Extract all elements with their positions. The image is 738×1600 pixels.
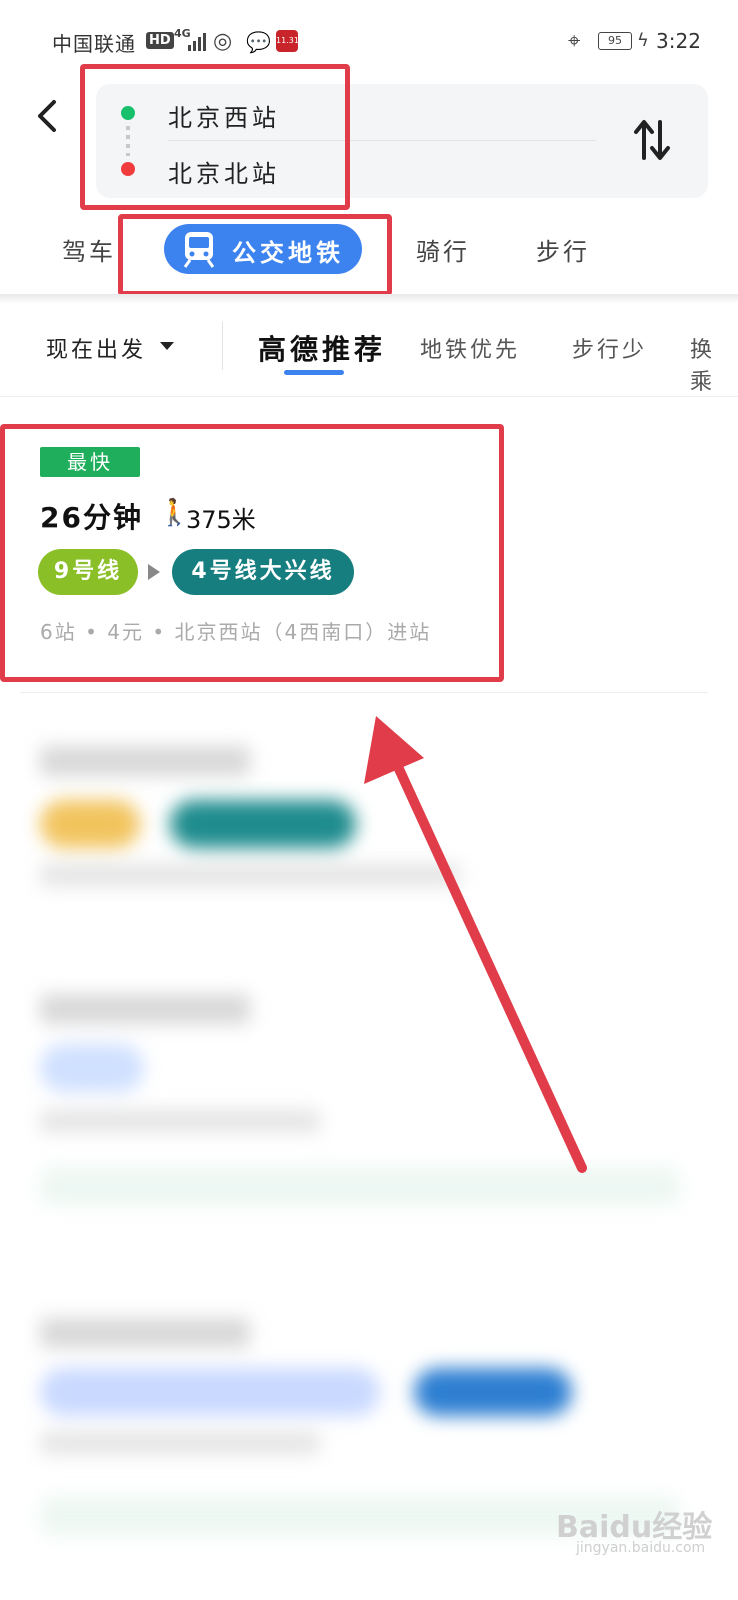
watermark-url: jingyan.baidu.com bbox=[576, 1540, 706, 1556]
filter-recommended[interactable]: 高德推荐 bbox=[258, 328, 386, 368]
annotation-arrow bbox=[364, 716, 587, 1173]
charging-icon: ϟ bbox=[637, 30, 649, 51]
tab-walk[interactable]: 步行 bbox=[536, 232, 590, 267]
hotspot-icon: ◎ bbox=[213, 29, 233, 54]
caret-down-icon[interactable] bbox=[160, 342, 174, 350]
location-icon: ⌖ bbox=[568, 29, 581, 54]
depart-time-selector[interactable]: 现在出发 bbox=[46, 332, 146, 364]
filter-transfer[interactable]: 换乘 bbox=[690, 332, 738, 396]
swap-vertical-icon[interactable] bbox=[632, 118, 672, 162]
clock: 3:22 bbox=[656, 29, 701, 53]
signal-icon bbox=[188, 33, 206, 51]
chevron-left-icon[interactable] bbox=[30, 96, 70, 136]
app-notification-icon: 11.31 bbox=[276, 30, 299, 52]
hd-indicator: HD bbox=[146, 32, 174, 49]
filter-subway-first[interactable]: 地铁优先 bbox=[420, 332, 520, 364]
battery-icon: 95 bbox=[598, 32, 632, 50]
tab-ride[interactable]: 骑行 bbox=[416, 232, 470, 267]
divider bbox=[222, 322, 223, 370]
active-filter-indicator bbox=[284, 370, 344, 375]
highlight-box-transit bbox=[118, 214, 392, 296]
highlight-box-stations bbox=[80, 64, 350, 210]
carrier-label: 中国联通 bbox=[52, 32, 136, 56]
divider bbox=[0, 396, 738, 397]
tab-drive[interactable]: 驾车 bbox=[62, 232, 116, 267]
message-icon: 💬 bbox=[246, 30, 271, 54]
divider bbox=[20, 692, 708, 693]
filter-less-walking[interactable]: 步行少 bbox=[572, 332, 647, 364]
highlight-box-route bbox=[0, 424, 504, 682]
section-shadow bbox=[0, 294, 738, 304]
